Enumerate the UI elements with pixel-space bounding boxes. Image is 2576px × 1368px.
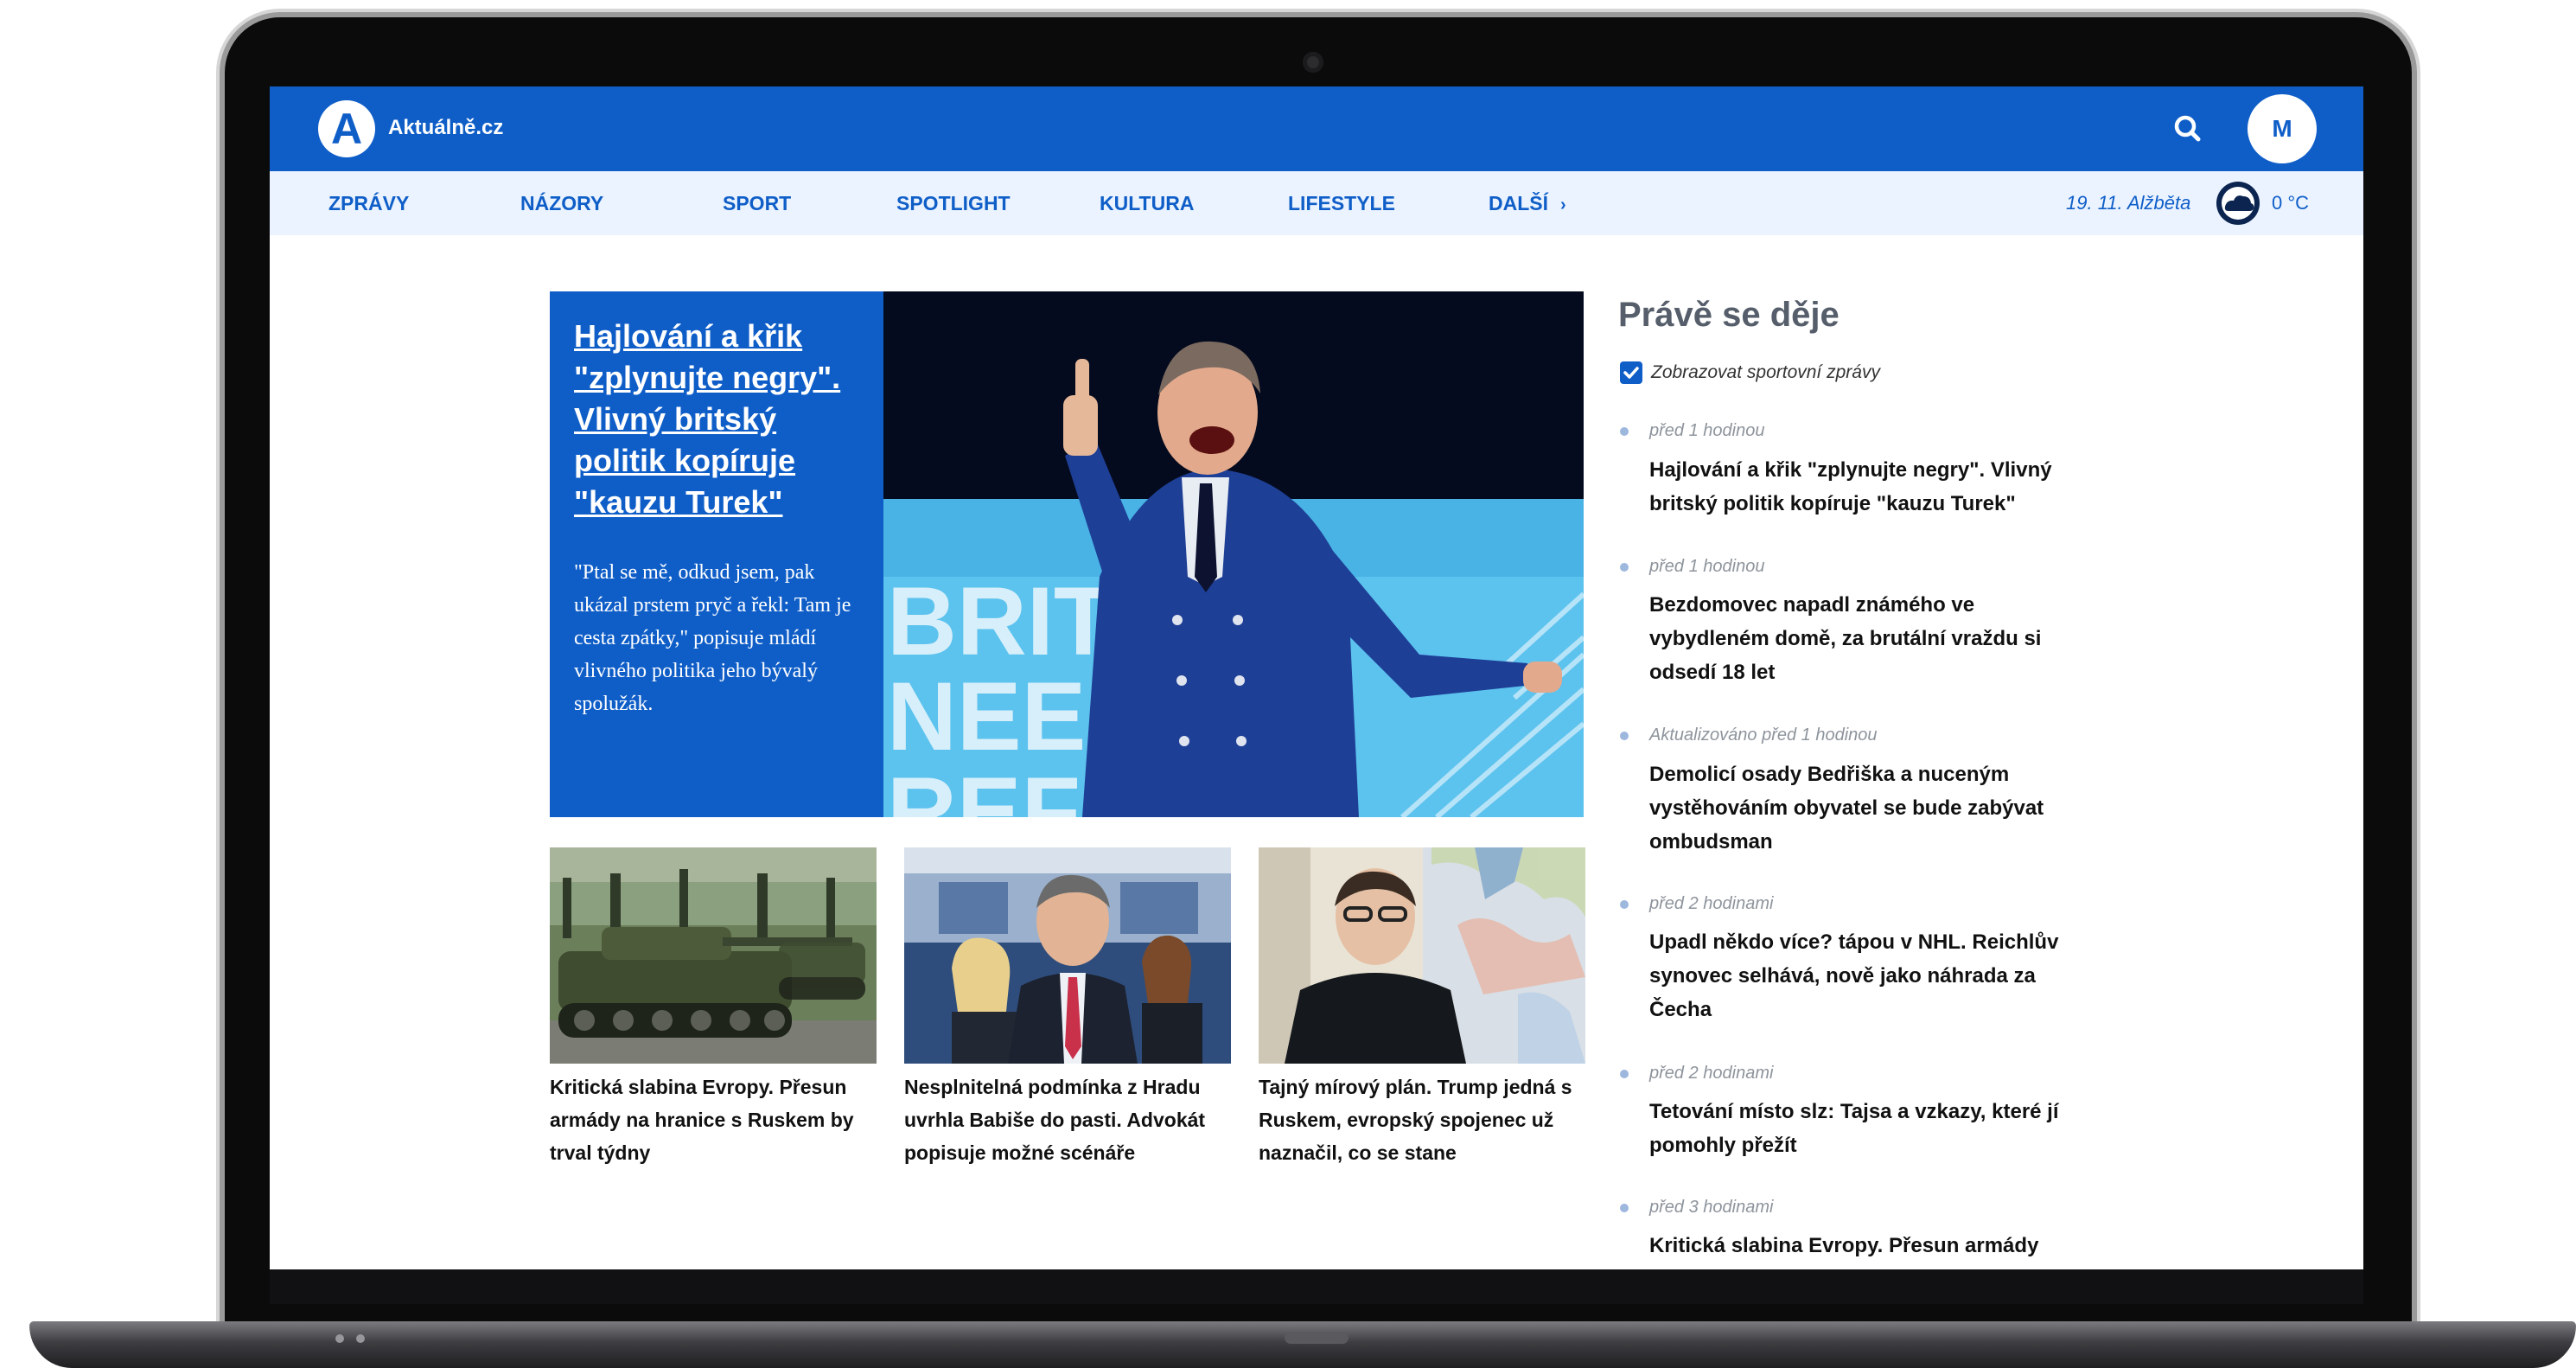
nav-item-more[interactable]: DALŠÍ › (1489, 171, 1566, 235)
hero-perex: "Ptal se mě, odkud jsem, pak ukázal prst… (574, 561, 851, 715)
nav-item-spotlight[interactable]: SPOTLIGHT (896, 171, 1011, 235)
feed-item-title[interactable]: Tetování místo slz: Tajsa a vzkazy, kter… (1649, 1095, 2099, 1162)
card-3-image[interactable] (1259, 847, 1585, 1064)
search-icon[interactable] (2168, 109, 2208, 149)
nav-more-label: DALŠÍ (1489, 192, 1548, 214)
feed-item-time: před 3 hodinami (1649, 1198, 1774, 1217)
status-light-icon (335, 1334, 344, 1343)
card-1-image[interactable] (550, 847, 877, 1064)
nav-item-kultura[interactable]: KULTURA (1100, 171, 1194, 235)
card-2-title[interactable]: Nesplnitelná podmínka z Hradu uvrhla Bab… (904, 1071, 1233, 1169)
feed-item-title[interactable]: Upadl někdo více? tápou v NHL. Reichlův … (1649, 925, 2099, 1026)
feed-item-title[interactable]: Hajlování a křik "zplynujte negry". Vliv… (1649, 453, 2099, 521)
tanks-photo (550, 847, 877, 1064)
laptop-notch (1285, 1332, 1349, 1344)
timeline-dot-icon (1620, 427, 1629, 436)
site-header (270, 86, 2363, 171)
sport-news-checkbox-label[interactable]: Zobrazovat sportovní zprávy (1651, 358, 1880, 387)
card-3-title[interactable]: Tajný mírový plán. Trump jedná s Ruskem,… (1259, 1071, 1587, 1169)
checkmark-icon (1623, 367, 1639, 379)
hero-article[interactable]: Hajlování a křik "zplynujte negry". Vliv… (550, 291, 883, 817)
temperature: 0 °C (2272, 192, 2310, 214)
chevron-right-icon: › (1560, 195, 1566, 214)
politician-photo: BRIT NEED REF (883, 291, 1584, 817)
nav-item-zpravy[interactable]: ZPRÁVY (328, 171, 409, 235)
timeline-dot-icon (1620, 1204, 1629, 1212)
backdrop-sign-line-1: BRIT (887, 567, 1113, 675)
feed-item-time: Aktualizováno před 1 hodinou (1649, 726, 1878, 745)
feed-item-time: před 2 hodinami (1649, 1064, 1774, 1083)
feed-item-title[interactable]: Kritická slabina Evropy. Přesun armády (1649, 1229, 2099, 1263)
backdrop-sign-line-3: REF (887, 758, 1081, 817)
feed-item-time: před 1 hodinou (1649, 557, 1765, 576)
hero-photo[interactable]: BRIT NEED REF (883, 291, 1584, 817)
feed-item-time: před 2 hodinami (1649, 894, 1774, 913)
status-light-icon (356, 1334, 365, 1343)
feed-item-title[interactable]: Demolicí osady Bedřiška a nuceným vystěh… (1649, 758, 2099, 859)
timeline-dot-icon (1620, 563, 1629, 572)
hero-title[interactable]: Hajlování a křik "zplynujte negry". Vliv… (574, 316, 872, 523)
feed-item-title[interactable]: Bezdomovec napadl známého ve vybydleném … (1649, 588, 2099, 689)
card-1-title[interactable]: Kritická slabina Evropy. Přesun armády n… (550, 1071, 878, 1169)
date-nameday: 19. 11. Alžběta (2066, 192, 2191, 214)
live-feed-heading: Právě se děje (1618, 296, 1840, 334)
politician-map-photo (1259, 847, 1585, 1064)
feed-item-time: před 1 hodinou (1649, 421, 1765, 440)
laptop-base (29, 1321, 2576, 1368)
user-avatar[interactable]: M (2248, 94, 2317, 163)
card-2-image[interactable] (904, 847, 1231, 1064)
browser-viewport: A Aktuálně.cz M ZPRÁVY NÁZORY SPORT SPOT… (270, 86, 2363, 1269)
webcam-icon (1303, 52, 1323, 73)
nav-item-sport[interactable]: SPORT (723, 171, 791, 235)
site-logo[interactable]: A (318, 100, 375, 157)
cloudy-weather-icon[interactable] (2215, 180, 2261, 227)
screen-bezel (270, 1269, 2363, 1304)
timeline-dot-icon (1620, 1070, 1629, 1078)
sport-news-checkbox[interactable] (1620, 361, 1642, 384)
nav-item-nazory[interactable]: NÁZORY (520, 171, 603, 235)
nav-item-lifestyle[interactable]: LIFESTYLE (1288, 171, 1395, 235)
politician-crowd-photo (904, 847, 1231, 1064)
timeline-dot-icon (1620, 900, 1629, 909)
timeline-dot-icon (1620, 732, 1629, 740)
site-name[interactable]: Aktuálně.cz (388, 112, 503, 144)
